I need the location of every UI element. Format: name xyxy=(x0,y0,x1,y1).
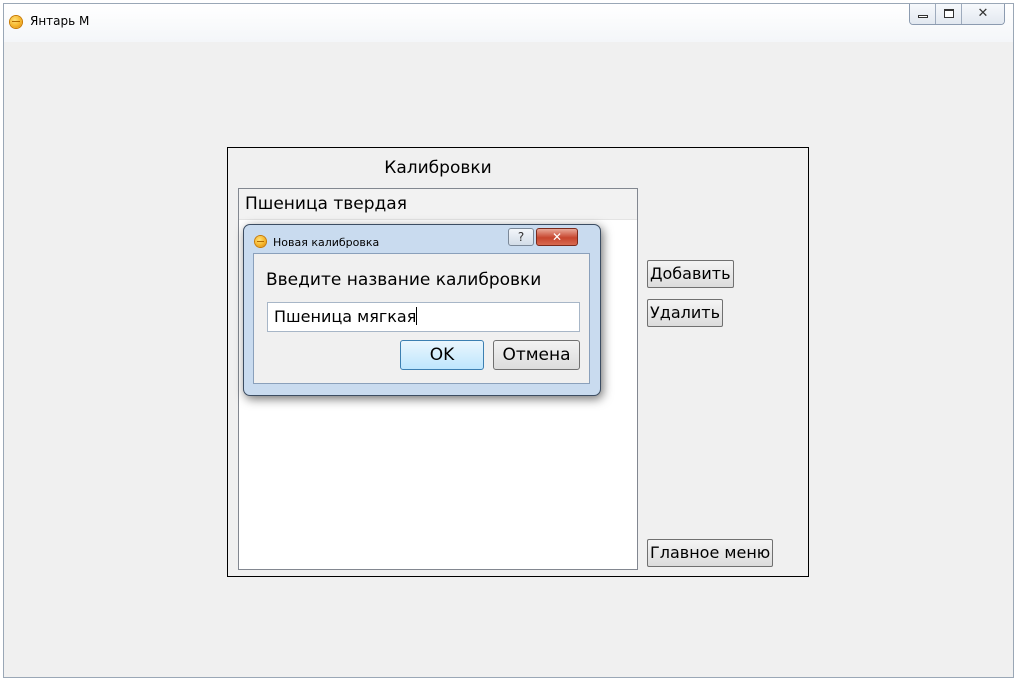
dialog-body: Введите название калибровки Пшеница мягк… xyxy=(253,253,590,384)
dialog-app-icon xyxy=(255,236,266,247)
help-icon: ? xyxy=(517,230,525,244)
close-button[interactable]: ✕ xyxy=(962,4,1004,24)
title-bar[interactable]: Янтарь М ✕ xyxy=(4,4,1013,42)
delete-button[interactable]: Удалить xyxy=(647,299,723,327)
help-button[interactable]: ? xyxy=(508,228,534,246)
ok-button[interactable]: OK xyxy=(400,340,484,370)
app-icon xyxy=(10,16,22,28)
cancel-button[interactable]: Отмена xyxy=(493,340,580,370)
minimize-button[interactable] xyxy=(910,4,936,24)
main-menu-button[interactable]: Главное меню xyxy=(647,539,774,567)
panel-title: Калибровки xyxy=(384,158,492,178)
calibration-name-input[interactable]: Пшеница мягкая xyxy=(267,302,580,332)
window-title: Янтарь М xyxy=(30,14,90,28)
text-caret xyxy=(416,307,418,325)
minimize-icon xyxy=(918,15,928,18)
maximize-button[interactable] xyxy=(936,4,962,24)
maximize-icon xyxy=(944,9,954,18)
dialog-title: Новая калибровка xyxy=(273,236,380,249)
new-calibration-dialog: Новая калибровка ? ✕ Введите название ка… xyxy=(243,224,601,396)
input-value: Пшеница мягкая xyxy=(274,307,417,326)
dialog-close-button[interactable]: ✕ xyxy=(536,228,578,246)
dialog-prompt: Введите название калибровки xyxy=(266,270,542,290)
add-button[interactable]: Добавить xyxy=(647,260,734,288)
caption-buttons: ✕ xyxy=(909,4,1005,25)
list-item[interactable]: Пшеница твердая xyxy=(239,189,637,220)
close-icon: ✕ xyxy=(977,6,989,21)
close-icon: ✕ xyxy=(551,230,563,244)
